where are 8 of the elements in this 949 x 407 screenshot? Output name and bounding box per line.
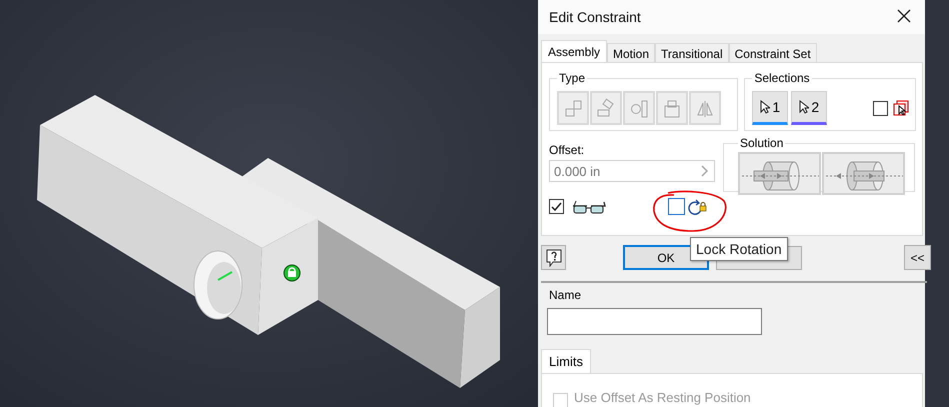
field-label: Offset:: [549, 143, 586, 157]
tooltip: Lock Rotation: [690, 237, 788, 261]
group-label: Type: [558, 71, 586, 85]
group-label: Solution: [739, 136, 784, 150]
checkbox-label: Use Offset As Resting Position: [574, 391, 751, 404]
window-title: Edit Constraint: [549, 9, 641, 25]
group-label: Selections: [753, 71, 811, 85]
field-label: Name: [549, 288, 582, 302]
